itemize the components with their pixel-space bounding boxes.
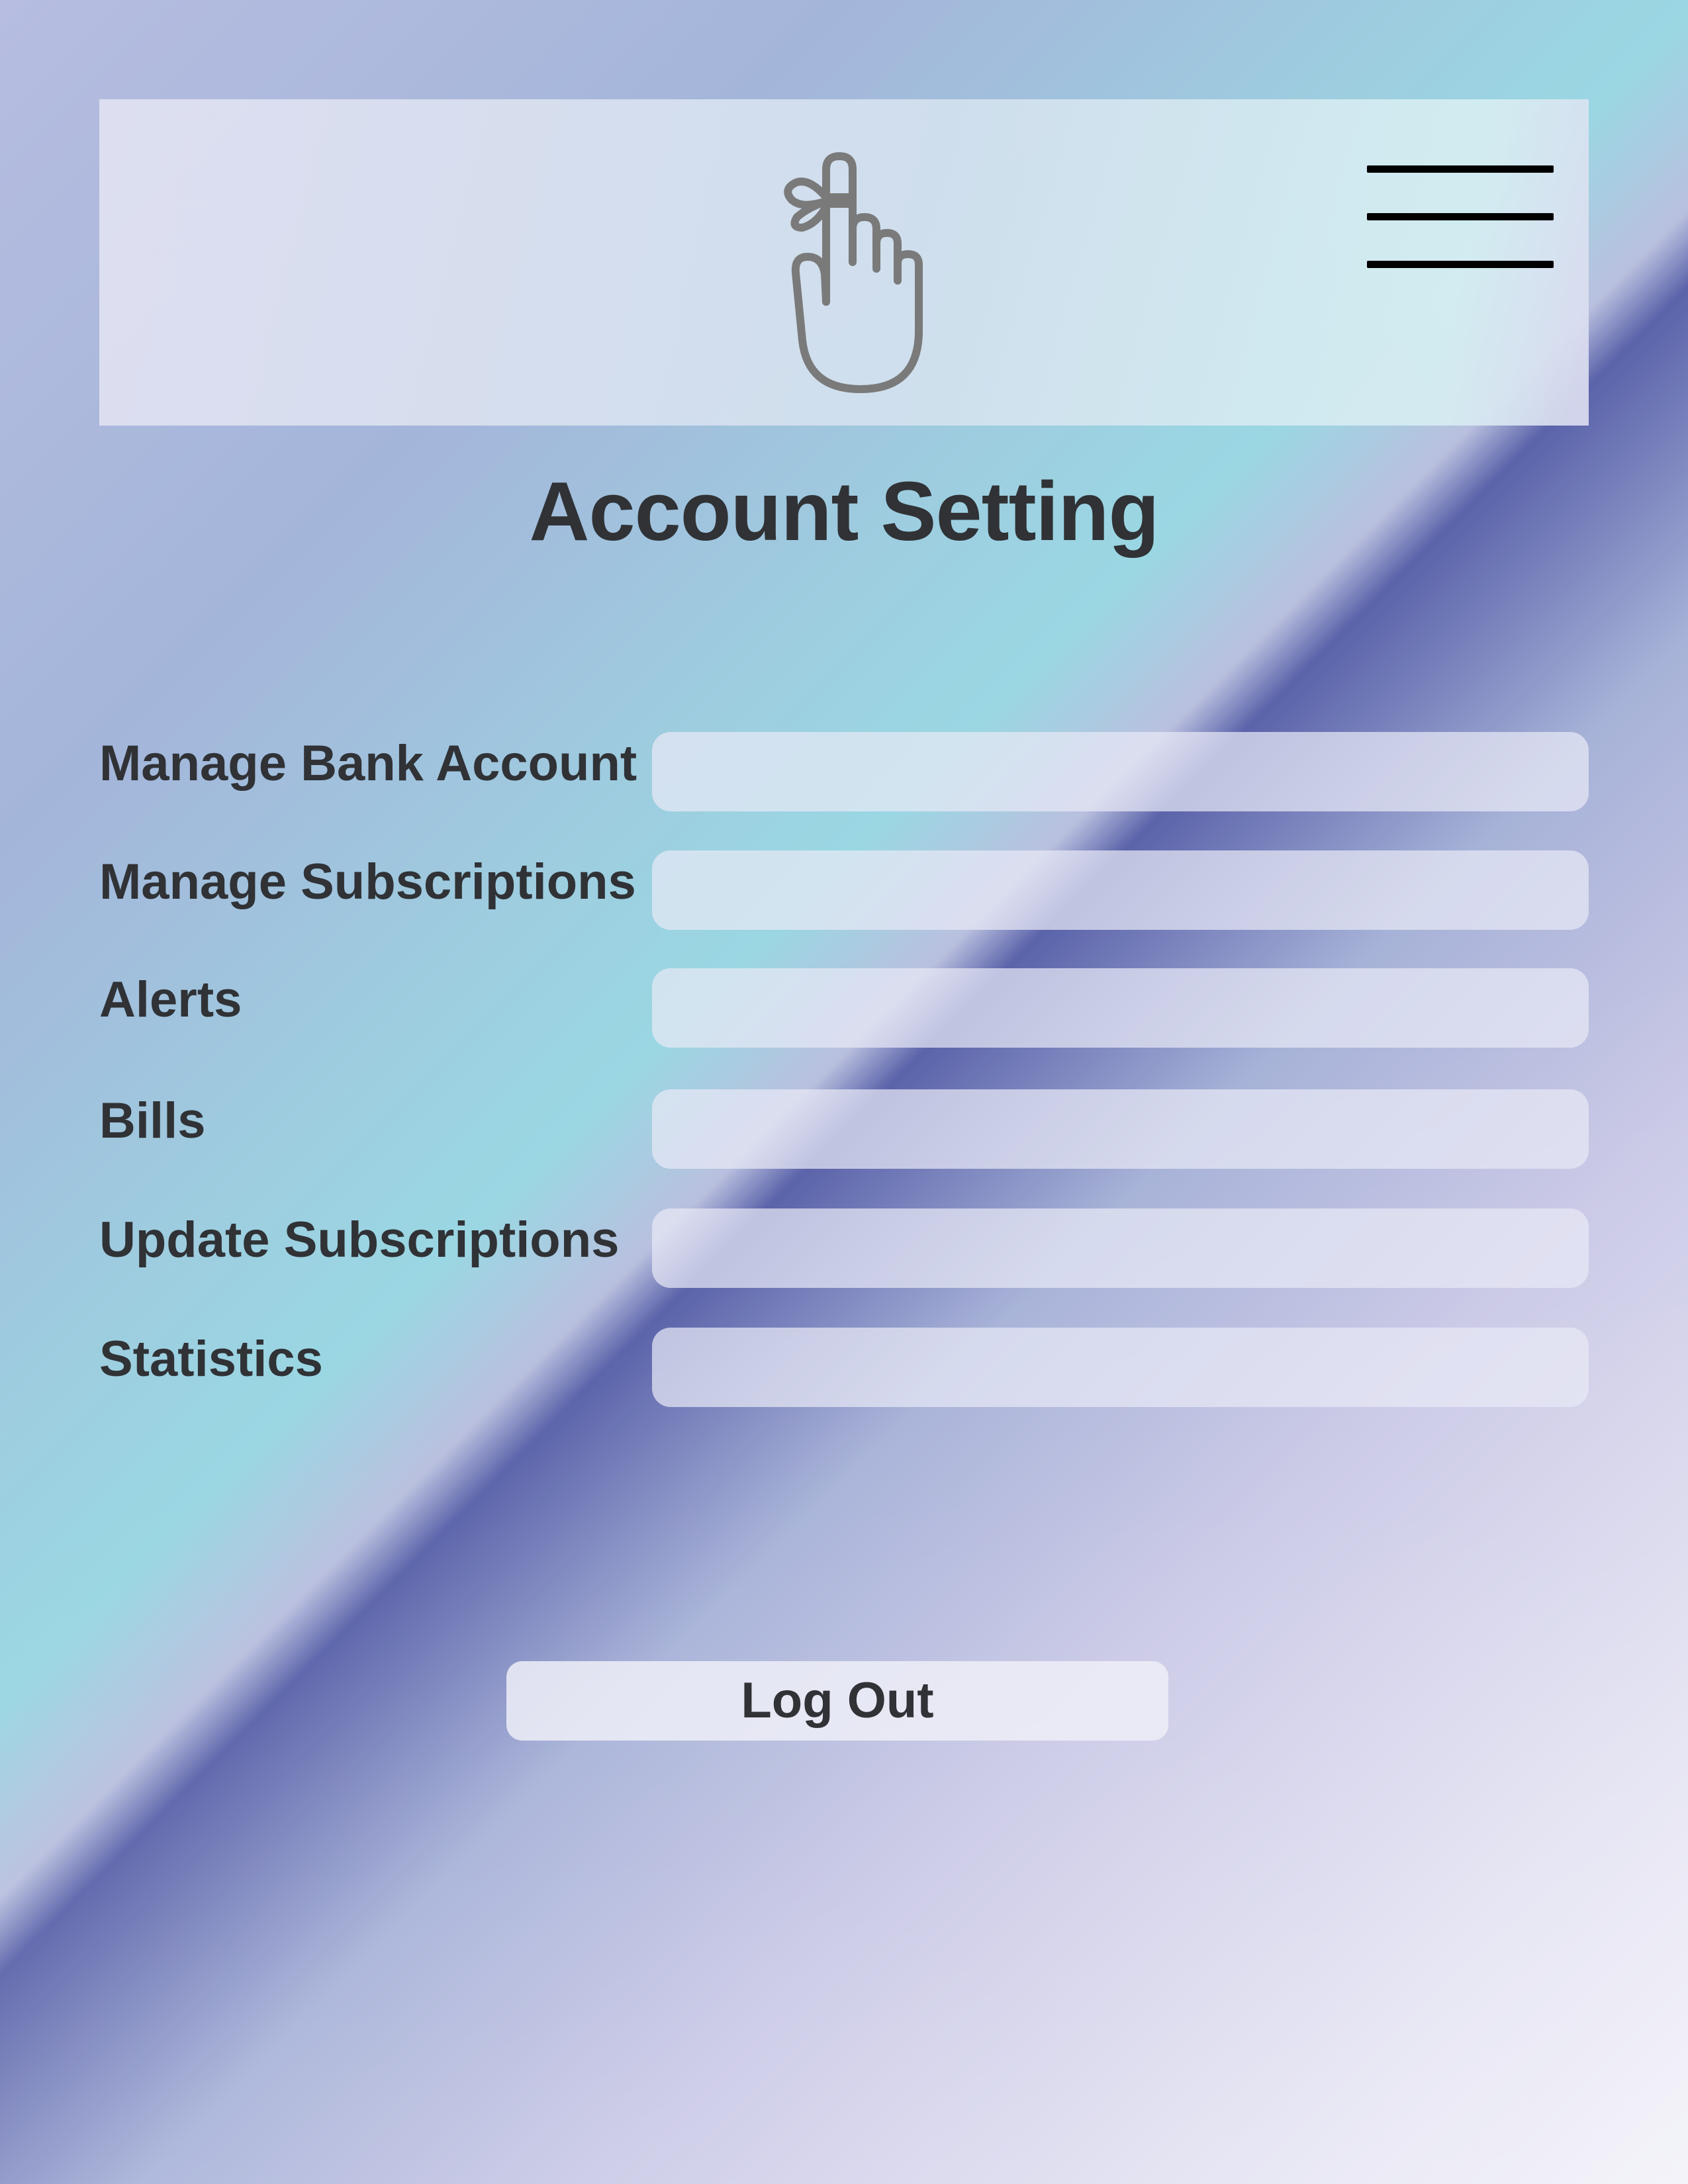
manage-bank-account-field[interactable] xyxy=(652,732,1589,811)
setting-row-manage-bank-account: Manage Bank Account xyxy=(99,732,1589,811)
setting-label: Alerts xyxy=(99,972,242,1028)
setting-label: Manage Subscriptions xyxy=(99,854,636,910)
setting-row-manage-subscriptions: Manage Subscriptions xyxy=(99,850,1589,930)
page-title: Account Setting xyxy=(529,465,1160,558)
setting-label: Update Subscriptions xyxy=(99,1212,620,1268)
bills-field[interactable] xyxy=(652,1089,1589,1169)
menu-line xyxy=(1367,213,1554,220)
log-out-button[interactable]: Log Out xyxy=(506,1661,1168,1741)
hamburger-menu-icon[interactable] xyxy=(1367,162,1556,275)
setting-label: Manage Bank Account xyxy=(99,735,637,792)
finger-with-ribbon-icon xyxy=(784,152,923,393)
statistics-field[interactable] xyxy=(652,1328,1589,1407)
menu-line xyxy=(1367,165,1554,173)
manage-subscriptions-field[interactable] xyxy=(652,850,1589,930)
menu-line xyxy=(1367,261,1554,268)
setting-row-statistics: Statistics xyxy=(99,1328,1589,1407)
setting-label: Bills xyxy=(99,1093,206,1149)
setting-row-update-subscriptions: Update Subscriptions xyxy=(99,1208,1589,1288)
update-subscriptions-field[interactable] xyxy=(652,1208,1589,1288)
alerts-field[interactable] xyxy=(652,968,1589,1048)
setting-row-alerts: Alerts xyxy=(99,968,1589,1048)
setting-row-bills: Bills xyxy=(99,1089,1589,1169)
setting-label: Statistics xyxy=(99,1331,323,1387)
